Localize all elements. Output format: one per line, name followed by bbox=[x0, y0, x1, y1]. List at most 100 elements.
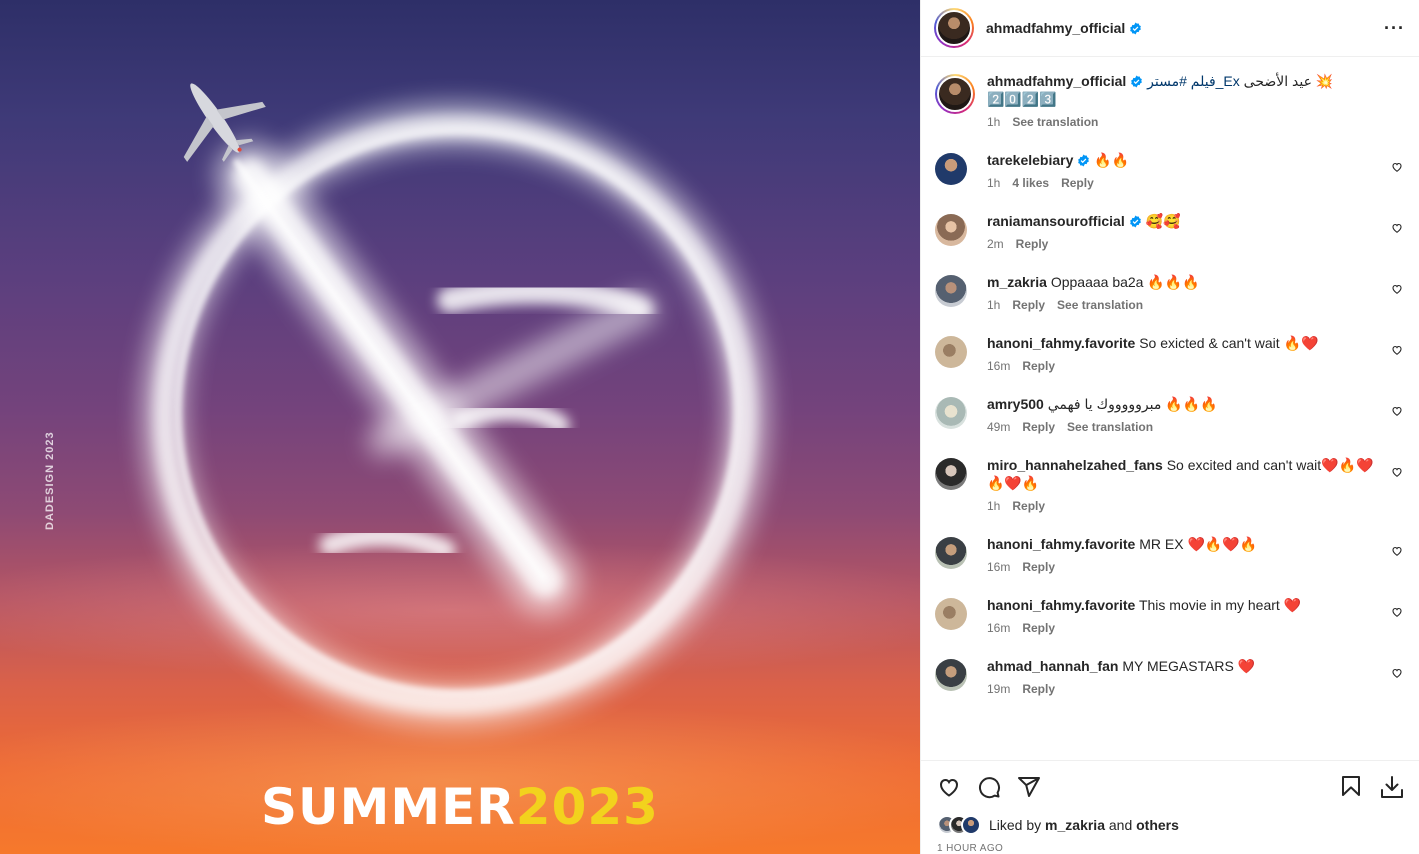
commenter-avatar[interactable] bbox=[935, 537, 967, 569]
comment-time: 2m bbox=[987, 237, 1004, 251]
caption-username[interactable]: ahmadfahmy_official bbox=[987, 73, 1126, 89]
likes-summary[interactable]: Liked by m_zakria and others bbox=[937, 815, 1405, 835]
comment-text: This movie in my heart ❤️ bbox=[1138, 597, 1302, 613]
cloud-x bbox=[215, 140, 658, 615]
author-username[interactable]: ahmadfahmy_official bbox=[986, 20, 1125, 36]
liker-avatars bbox=[937, 815, 981, 835]
reply-button[interactable]: Reply bbox=[1022, 359, 1055, 373]
liker-avatar bbox=[961, 815, 981, 835]
summer-2023-title: SUMMER2023 bbox=[0, 778, 920, 836]
comment-text: Oppaaaa ba2a 🔥🔥🔥 bbox=[1050, 274, 1200, 290]
comment-time: 49m bbox=[987, 420, 1011, 434]
verified-badge-icon bbox=[1130, 22, 1142, 34]
comment-row: ahmad_hannah_fan MY MEGASTARS ❤️ 19m Reply bbox=[935, 657, 1403, 696]
caption-line2: 2️⃣0️⃣2️⃣3️⃣ bbox=[987, 91, 1057, 107]
commenter-username[interactable]: hanoni_fahmy.favorite bbox=[987, 335, 1135, 351]
post-caption: ahmadfahmy_official فيلم #مستر_Ex عيد ال… bbox=[935, 58, 1403, 129]
reply-button[interactable]: Reply bbox=[1022, 560, 1055, 574]
reply-button[interactable]: Reply bbox=[1022, 420, 1055, 434]
comment-time: 16m bbox=[987, 359, 1011, 373]
comment-like-heart-icon[interactable] bbox=[1391, 606, 1403, 618]
verified-badge-icon bbox=[1131, 75, 1143, 88]
commenter-avatar[interactable] bbox=[935, 659, 967, 691]
more-options-icon[interactable]: ··· bbox=[1384, 18, 1405, 39]
comment-row: tarekelebiary 🔥🔥 1h 4 likes Reply bbox=[935, 151, 1403, 190]
verified-badge-icon bbox=[1129, 215, 1141, 228]
comment-row: raniamansourofficial 🥰🥰 2m Reply bbox=[935, 212, 1403, 251]
caption-avatar[interactable] bbox=[935, 74, 975, 114]
reply-button[interactable]: Reply bbox=[1016, 237, 1049, 251]
post-detail-panel: ahmadfahmy_official ··· ahmadfahmy_offic… bbox=[920, 0, 1419, 854]
cloud-ex-artwork bbox=[140, 83, 770, 728]
commenter-username[interactable]: amry500 bbox=[987, 396, 1044, 412]
comment-text: 🥰🥰 bbox=[1145, 213, 1181, 229]
commenter-username[interactable]: hanoni_fahmy.favorite bbox=[987, 536, 1135, 552]
comment-row: miro_hannahelzahed_fans So excited and c… bbox=[935, 456, 1403, 513]
post-header: ahmadfahmy_official ··· bbox=[921, 0, 1419, 57]
comment-like-heart-icon[interactable] bbox=[1391, 344, 1403, 356]
commenter-username[interactable]: miro_hannahelzahed_fans bbox=[987, 457, 1163, 473]
commenter-avatar[interactable] bbox=[935, 458, 967, 490]
comment-row: m_zakria Oppaaaa ba2a 🔥🔥🔥 1h Reply See tran… bbox=[935, 273, 1403, 312]
commenter-username[interactable]: ahmad_hannah_fan bbox=[987, 658, 1118, 674]
comment-time: 16m bbox=[987, 621, 1011, 635]
share-icon[interactable] bbox=[1017, 775, 1041, 799]
commenter-username[interactable]: raniamansourofficial bbox=[987, 213, 1125, 229]
designer-watermark: DADESIGN 2023 bbox=[44, 431, 56, 530]
caption-text: عيد الأضحى bbox=[1243, 73, 1312, 89]
comment-likes[interactable]: 4 likes bbox=[1012, 176, 1049, 190]
comment-like-heart-icon[interactable] bbox=[1391, 222, 1403, 234]
commenter-avatar[interactable] bbox=[935, 598, 967, 630]
post-timestamp: 1 HOUR AGO bbox=[937, 843, 1004, 854]
comment-like-heart-icon[interactable] bbox=[1391, 161, 1403, 173]
reply-button[interactable]: Reply bbox=[1012, 298, 1045, 312]
comment-like-heart-icon[interactable] bbox=[1391, 667, 1403, 679]
comment-like-heart-icon[interactable] bbox=[1391, 466, 1403, 478]
caption-emoji: 💥 bbox=[1315, 73, 1334, 89]
liked-by-prefix: Liked by bbox=[989, 817, 1042, 833]
comment-time: 19m bbox=[987, 682, 1011, 696]
comment-row: amry500 مبروووووك يا فهمي 🔥🔥🔥 49m Reply See… bbox=[935, 395, 1403, 434]
comment-time: 1h bbox=[987, 176, 1001, 190]
bookmark-icon[interactable] bbox=[1339, 774, 1363, 798]
comment-text: MY MEGASTARS ❤️ bbox=[1122, 658, 1256, 674]
commenter-avatar[interactable] bbox=[935, 275, 967, 307]
comment-like-heart-icon[interactable] bbox=[1391, 545, 1403, 557]
like-heart-icon[interactable] bbox=[937, 775, 961, 799]
commenter-username[interactable]: tarekelebiary bbox=[987, 152, 1073, 168]
liked-by-user[interactable]: m_zakria bbox=[1045, 817, 1105, 833]
commenter-avatar[interactable] bbox=[935, 397, 967, 429]
verified-badge-icon bbox=[1078, 154, 1090, 167]
caption-hashtag[interactable]: فيلم #مستر_Ex bbox=[1147, 73, 1240, 89]
comment-text: MR EX ❤️🔥❤️🔥 bbox=[1139, 536, 1258, 552]
author-avatar[interactable] bbox=[934, 8, 974, 48]
download-icon[interactable] bbox=[1379, 774, 1405, 800]
summer-word: SUMMER bbox=[261, 778, 516, 836]
reply-button[interactable]: Reply bbox=[1061, 176, 1094, 190]
comment-row: hanoni_fahmy.favorite So exicted & can't… bbox=[935, 334, 1403, 373]
reply-button[interactable]: Reply bbox=[1022, 682, 1055, 696]
comment-row: hanoni_fahmy.favorite MR EX ❤️🔥❤️🔥 16m Rep… bbox=[935, 535, 1403, 574]
comment-time: 16m bbox=[987, 560, 1011, 574]
commenter-username[interactable]: m_zakria bbox=[987, 274, 1047, 290]
comment-text: So exicted & can't wait 🔥❤️ bbox=[1139, 335, 1319, 351]
post-image[interactable]: DADESIGN 2023 SUMMER2023 bbox=[0, 0, 920, 854]
liked-by-others[interactable]: others bbox=[1136, 817, 1179, 833]
see-translation-link[interactable]: See translation bbox=[1057, 298, 1143, 312]
see-translation-link[interactable]: See translation bbox=[1067, 420, 1153, 434]
reply-button[interactable]: Reply bbox=[1012, 499, 1045, 513]
comment-text: 🔥🔥 bbox=[1094, 152, 1130, 168]
comment-time: 1h bbox=[987, 499, 1001, 513]
see-translation-link[interactable]: See translation bbox=[1012, 115, 1098, 129]
comment-like-heart-icon[interactable] bbox=[1391, 283, 1403, 295]
year-word: 2023 bbox=[515, 778, 659, 836]
commenter-avatar[interactable] bbox=[935, 153, 967, 185]
comment-like-heart-icon[interactable] bbox=[1391, 405, 1403, 417]
commenter-username[interactable]: hanoni_fahmy.favorite bbox=[987, 597, 1135, 613]
commenter-avatar[interactable] bbox=[935, 336, 967, 368]
reply-button[interactable]: Reply bbox=[1022, 621, 1055, 635]
comments-list[interactable]: ahmadfahmy_official فيلم #مستر_Ex عيد ال… bbox=[921, 58, 1419, 758]
comment-text: مبروووووك يا فهمي 🔥🔥🔥 bbox=[1047, 396, 1218, 412]
comment-icon[interactable] bbox=[977, 775, 1001, 799]
commenter-avatar[interactable] bbox=[935, 214, 967, 246]
